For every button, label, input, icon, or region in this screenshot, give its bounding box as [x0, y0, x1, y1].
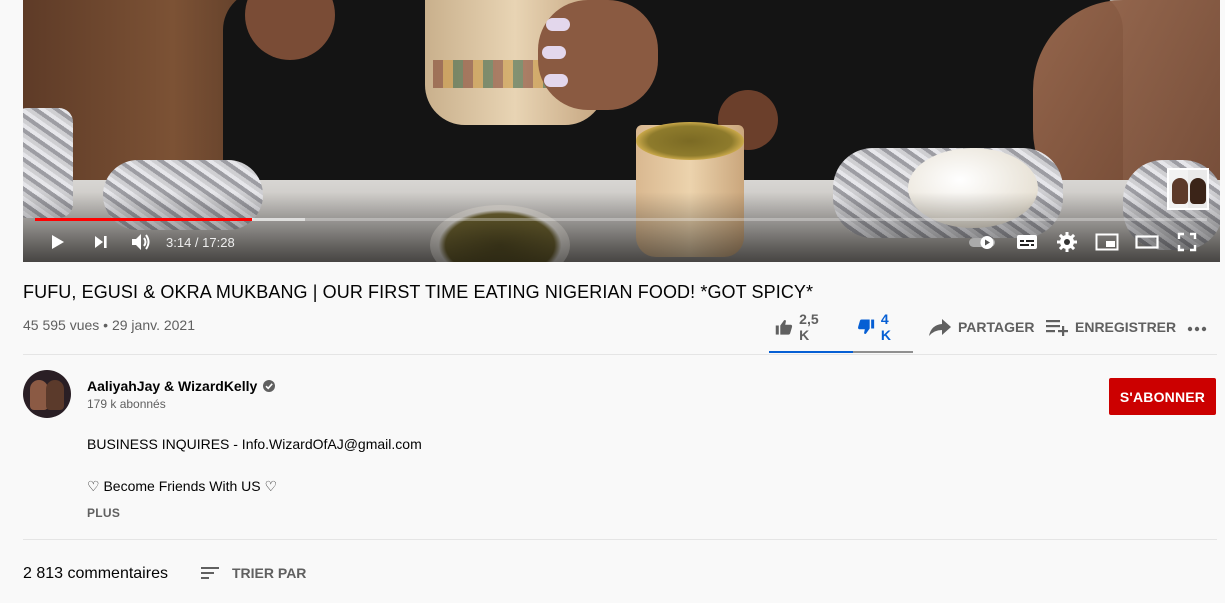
channel-watermark[interactable]: [1167, 168, 1209, 210]
save-button[interactable]: ENREGISTRER: [1045, 312, 1176, 342]
settings-button[interactable]: [1050, 226, 1084, 258]
like-count: 2,5 K: [799, 311, 819, 343]
theater-icon: [1135, 235, 1159, 249]
video-meta: 45 595 vues • 29 janv. 2021: [23, 317, 195, 333]
share-icon: [929, 319, 951, 336]
theater-mode-button[interactable]: [1130, 226, 1164, 258]
settings-icon: [1057, 232, 1077, 252]
play-icon: [52, 235, 64, 249]
video-frame: [23, 0, 1220, 262]
playlist-add-icon: [1046, 320, 1068, 336]
next-button[interactable]: [85, 226, 117, 258]
volume-icon: [132, 234, 150, 250]
thumbs-up-icon: [775, 319, 793, 335]
progress-played: [35, 218, 252, 221]
progress-bar[interactable]: [35, 218, 1207, 221]
subscribe-button[interactable]: S'ABONNER: [1109, 378, 1216, 415]
divider: [23, 354, 1217, 355]
video-watch-page: 3:14 / 17:28 FUFU, EGUSI & OKRA MUKBANG: [0, 0, 1225, 603]
like-button[interactable]: 2,5 K: [775, 311, 824, 343]
like-ratio-fill: [769, 351, 853, 353]
subtitles-button[interactable]: [1010, 226, 1044, 258]
description-line: BUSINESS INQUIRES - Info.WizardOfAJ@gmai…: [87, 436, 422, 452]
share-button[interactable]: PARTAGER: [928, 312, 1034, 342]
autoplay-toggle-icon: [969, 236, 995, 249]
time-separator: /: [191, 234, 203, 250]
more-horiz-icon: [1187, 326, 1207, 332]
channel-name[interactable]: AaliyahJay & WizardKelly: [87, 378, 257, 394]
sort-label: TRIER PAR: [232, 565, 307, 581]
fullscreen-icon: [1177, 232, 1197, 252]
miniplayer-button[interactable]: [1090, 226, 1124, 258]
next-icon: [95, 236, 107, 248]
play-button[interactable]: [41, 226, 73, 258]
share-label: PARTAGER: [958, 319, 1035, 335]
channel-avatar[interactable]: [23, 370, 71, 418]
sort-icon: [201, 567, 219, 579]
video-player[interactable]: 3:14 / 17:28: [23, 0, 1220, 262]
miniplayer-icon: [1095, 233, 1119, 251]
subscriber-count: 179 k abonnés: [87, 397, 166, 411]
sort-comments-button[interactable]: TRIER PAR: [200, 560, 306, 586]
time-current: 3:14: [166, 234, 192, 250]
time-total: 17:28: [202, 234, 235, 250]
save-label: ENREGISTRER: [1075, 319, 1177, 335]
more-actions-button[interactable]: [1185, 312, 1215, 342]
subtitles-icon: [1017, 235, 1037, 249]
autoplay-toggle[interactable]: [966, 226, 1000, 258]
time-display: 3:14 / 17:28: [166, 226, 235, 258]
player-controls: 3:14 / 17:28: [23, 226, 1220, 258]
divider: [23, 539, 1217, 540]
channel-name-row[interactable]: AaliyahJay & WizardKelly: [87, 378, 276, 394]
dislike-button[interactable]: 4 K: [857, 311, 897, 343]
video-title: FUFU, EGUSI & OKRA MUKBANG | OUR FIRST T…: [23, 282, 814, 302]
description-line: ♡ Become Friends With US ♡: [87, 478, 278, 494]
verified-badge-icon: [263, 380, 276, 392]
fullscreen-button[interactable]: [1170, 226, 1204, 258]
thumbs-down-icon: [858, 319, 875, 334]
volume-button[interactable]: [124, 226, 158, 258]
show-more-button[interactable]: PLUS: [87, 506, 120, 520]
dislike-count: 4 K: [880, 311, 891, 343]
like-ratio-bar: [769, 351, 913, 353]
comments-count: 2 813 commentaires: [23, 565, 168, 582]
